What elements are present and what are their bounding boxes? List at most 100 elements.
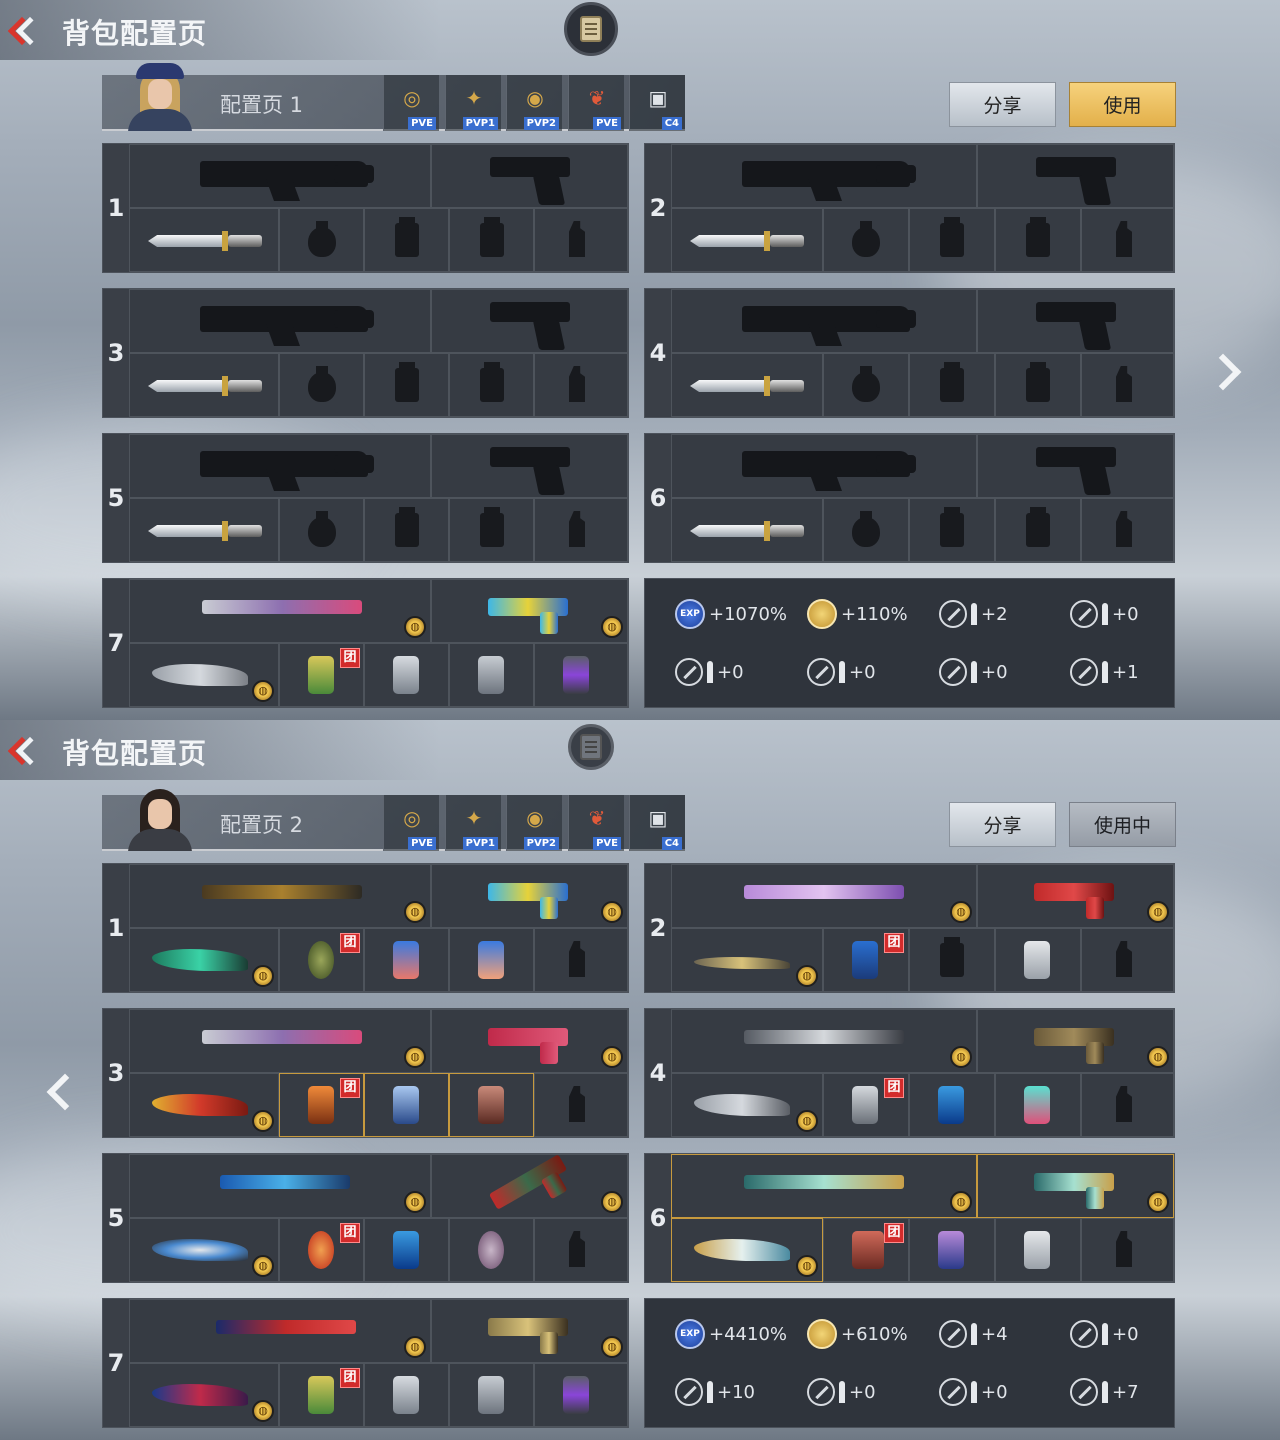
in-use-button[interactable]: 使用中 bbox=[1069, 802, 1176, 847]
primary-weapon-slot[interactable] bbox=[671, 144, 977, 208]
flash-slot[interactable] bbox=[364, 353, 449, 417]
mode-slot-pvp2[interactable]: ◉ PVP2 bbox=[506, 75, 562, 131]
secondary-weapon-slot[interactable]: ◍ bbox=[431, 864, 628, 928]
loadout-slot-1[interactable]: 1 bbox=[102, 143, 629, 273]
grenade-slot[interactable]: 团 bbox=[279, 1218, 364, 1282]
grenade-slot[interactable] bbox=[279, 353, 364, 417]
primary-weapon-slot[interactable]: ◍ bbox=[129, 864, 431, 928]
loadout-slot-7[interactable]: 7 ◍ ◍ ◍ 团 bbox=[102, 578, 629, 708]
special-slot[interactable] bbox=[1081, 208, 1174, 272]
loadout-slot-3[interactable]: 3 bbox=[102, 288, 629, 418]
grenade-slot[interactable]: 团 bbox=[823, 928, 909, 992]
secondary-weapon-slot[interactable]: ◍ bbox=[431, 1154, 628, 1218]
grenade-slot[interactable]: 团 bbox=[279, 643, 364, 707]
grenade-slot[interactable]: 团 bbox=[279, 928, 364, 992]
notes-button[interactable] bbox=[564, 2, 618, 56]
special-slot[interactable] bbox=[1081, 498, 1174, 562]
flash-slot[interactable] bbox=[364, 1363, 449, 1427]
special-slot[interactable] bbox=[534, 928, 628, 992]
avatar[interactable] bbox=[122, 783, 198, 851]
primary-weapon-slot[interactable]: ◍ bbox=[129, 1299, 431, 1363]
mode-slot-pvp1[interactable]: ✦ PVP1 bbox=[445, 75, 501, 131]
secondary-weapon-slot[interactable] bbox=[977, 144, 1174, 208]
secondary-weapon-slot[interactable]: ◍ bbox=[431, 1009, 628, 1073]
mode-slot-pvp1[interactable]: ✦ PVP1 bbox=[445, 795, 501, 851]
primary-weapon-slot[interactable]: ◍ bbox=[129, 579, 431, 643]
mode-slot-pvp2[interactable]: ◉ PVP2 bbox=[506, 795, 562, 851]
notes-button[interactable] bbox=[568, 724, 614, 770]
special-slot[interactable] bbox=[1081, 1218, 1174, 1282]
smoke-slot[interactable] bbox=[995, 208, 1081, 272]
special-slot[interactable] bbox=[534, 643, 628, 707]
flash-slot[interactable] bbox=[909, 1073, 995, 1137]
primary-weapon-slot[interactable] bbox=[671, 434, 977, 498]
secondary-weapon-slot[interactable] bbox=[431, 289, 628, 353]
smoke-slot[interactable] bbox=[449, 643, 534, 707]
special-slot[interactable] bbox=[534, 1218, 628, 1282]
secondary-weapon-slot[interactable]: ◍ bbox=[977, 1009, 1174, 1073]
smoke-slot[interactable] bbox=[449, 928, 534, 992]
loadout-slot-2[interactable]: 2 ◍ ◍ ◍ 团 bbox=[644, 863, 1175, 993]
special-slot[interactable] bbox=[1081, 353, 1174, 417]
share-button[interactable]: 分享 bbox=[949, 802, 1056, 847]
flash-slot[interactable] bbox=[909, 1218, 995, 1282]
special-slot[interactable] bbox=[534, 1073, 628, 1137]
melee-slot[interactable]: ◍ bbox=[129, 643, 279, 707]
melee-slot[interactable]: ◍ bbox=[129, 1073, 279, 1137]
grenade-slot[interactable] bbox=[823, 353, 909, 417]
flash-slot[interactable] bbox=[364, 1073, 449, 1137]
secondary-weapon-slot[interactable] bbox=[977, 434, 1174, 498]
smoke-slot[interactable] bbox=[449, 1218, 534, 1282]
loadout-slot-1[interactable]: 1 ◍ ◍ ◍ 团 bbox=[102, 863, 629, 993]
mode-slot-c4[interactable]: ▣ C4 bbox=[629, 795, 685, 851]
grenade-slot[interactable]: 团 bbox=[823, 1218, 909, 1282]
secondary-weapon-slot[interactable]: ◍ bbox=[977, 1154, 1174, 1218]
melee-slot[interactable]: ◍ bbox=[129, 928, 279, 992]
smoke-slot[interactable] bbox=[995, 1073, 1081, 1137]
grenade-slot[interactable]: 团 bbox=[823, 1073, 909, 1137]
melee-slot[interactable] bbox=[129, 353, 279, 417]
primary-weapon-slot[interactable]: ◍ bbox=[671, 864, 977, 928]
special-slot[interactable] bbox=[534, 498, 628, 562]
loadout-slot-6[interactable]: 6 bbox=[644, 433, 1175, 563]
avatar[interactable] bbox=[122, 63, 198, 131]
secondary-weapon-slot[interactable]: ◍ bbox=[431, 579, 628, 643]
secondary-weapon-slot[interactable] bbox=[977, 289, 1174, 353]
secondary-weapon-slot[interactable]: ◍ bbox=[431, 1299, 628, 1363]
flash-slot[interactable] bbox=[364, 208, 449, 272]
melee-slot[interactable] bbox=[129, 498, 279, 562]
special-slot[interactable] bbox=[1081, 1073, 1174, 1137]
primary-weapon-slot[interactable] bbox=[129, 289, 431, 353]
flash-slot[interactable] bbox=[909, 208, 995, 272]
special-slot[interactable] bbox=[534, 1363, 628, 1427]
smoke-slot[interactable] bbox=[449, 1363, 534, 1427]
melee-slot[interactable]: ◍ bbox=[129, 1363, 279, 1427]
melee-slot[interactable]: ◍ bbox=[671, 928, 823, 992]
smoke-slot[interactable] bbox=[449, 498, 534, 562]
grenade-slot[interactable] bbox=[279, 498, 364, 562]
smoke-slot[interactable] bbox=[995, 353, 1081, 417]
share-button[interactable]: 分享 bbox=[949, 82, 1056, 127]
melee-slot[interactable] bbox=[671, 208, 823, 272]
smoke-slot[interactable] bbox=[995, 928, 1081, 992]
flash-slot[interactable] bbox=[364, 643, 449, 707]
loadout-slot-3[interactable]: 3 ◍ ◍ ◍ 团 bbox=[102, 1008, 629, 1138]
smoke-slot[interactable] bbox=[449, 208, 534, 272]
prev-page-arrow-icon[interactable] bbox=[40, 1070, 76, 1110]
loadout-slot-5[interactable]: 5 bbox=[102, 433, 629, 563]
mode-slot-pve-2[interactable]: ❦ PVE bbox=[568, 795, 624, 851]
loadout-slot-7[interactable]: 7 ◍ ◍ ◍ 团 bbox=[102, 1298, 629, 1428]
flash-slot[interactable] bbox=[364, 1218, 449, 1282]
melee-slot[interactable] bbox=[671, 498, 823, 562]
loadout-slot-6[interactable]: 6 ◍ ◍ ◍ 团 bbox=[644, 1153, 1175, 1283]
melee-slot[interactable]: ◍ bbox=[129, 1218, 279, 1282]
back-button[interactable] bbox=[4, 732, 48, 770]
special-slot[interactable] bbox=[1081, 928, 1174, 992]
melee-slot[interactable] bbox=[129, 208, 279, 272]
special-slot[interactable] bbox=[534, 208, 628, 272]
special-slot[interactable] bbox=[534, 353, 628, 417]
smoke-slot[interactable] bbox=[995, 498, 1081, 562]
back-button[interactable] bbox=[4, 12, 48, 50]
grenade-slot[interactable]: 团 bbox=[279, 1363, 364, 1427]
primary-weapon-slot[interactable]: ◍ bbox=[671, 1154, 977, 1218]
